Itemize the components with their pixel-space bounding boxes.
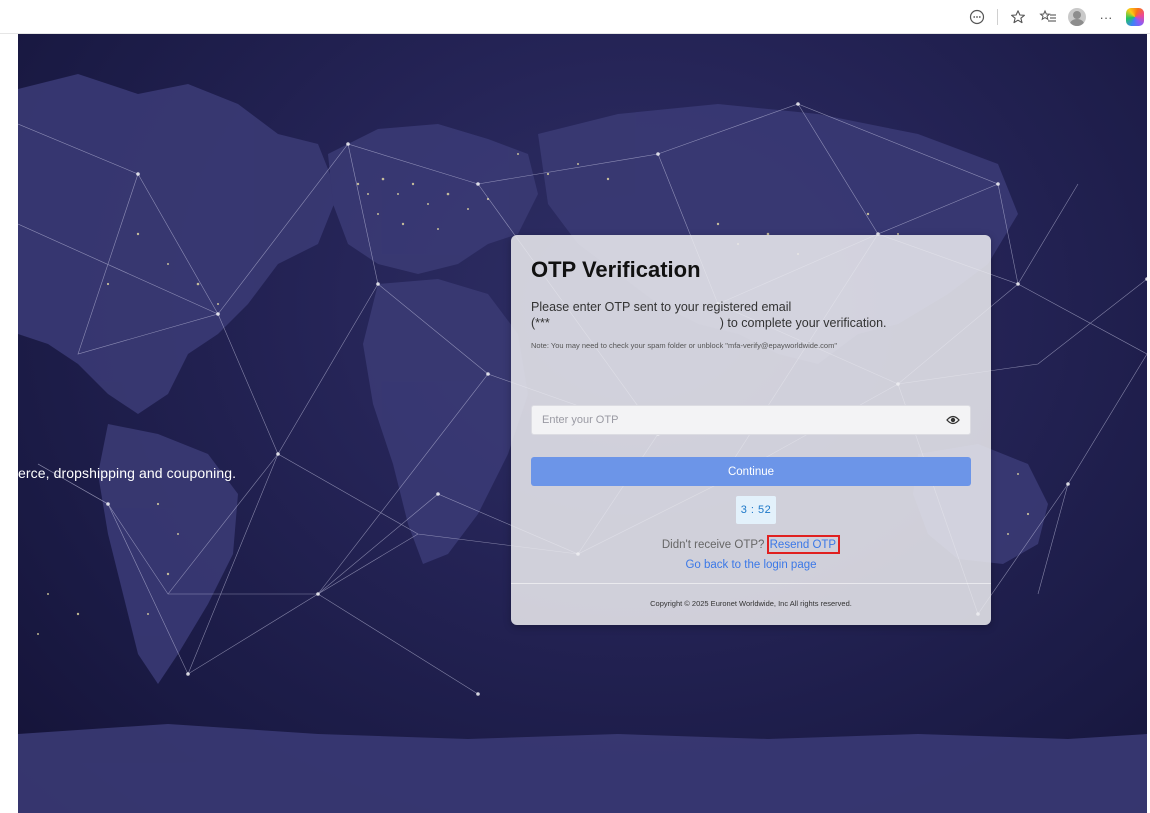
browser-toolbar: ··· bbox=[0, 0, 1150, 34]
otp-instruction: Please enter OTP sent to your registered… bbox=[531, 299, 971, 331]
resend-otp-link[interactable]: Resend OTP bbox=[766, 535, 841, 554]
instruction-line2: (*** ) to complete your verification. bbox=[531, 315, 971, 331]
masked-email-prefix: (*** bbox=[531, 316, 550, 330]
card-divider bbox=[511, 583, 991, 584]
resend-row: Didn't receive OTP? Resend OTP bbox=[511, 535, 991, 554]
otp-verification-card: OTP Verification Please enter OTP sent t… bbox=[511, 235, 991, 625]
toolbar-separator bbox=[997, 9, 998, 25]
page-title: OTP Verification bbox=[531, 257, 701, 282]
hero-tagline: erce, dropshipping and couponing. bbox=[18, 465, 237, 481]
eye-icon[interactable] bbox=[946, 414, 960, 426]
browser-toolbar-icons: ··· bbox=[967, 6, 1144, 28]
profile-icon[interactable] bbox=[1068, 8, 1086, 26]
copilot-icon[interactable] bbox=[1126, 8, 1144, 26]
more-circle-icon[interactable] bbox=[967, 7, 987, 27]
copyright-text: Copyright © 2025 Euronet Worldwide, Inc … bbox=[650, 599, 852, 608]
resend-prompt: Didn't receive OTP? bbox=[661, 539, 765, 551]
star-icon[interactable] bbox=[1008, 7, 1028, 27]
back-to-login-link[interactable]: Go back to the login page bbox=[511, 559, 991, 571]
otp-input-container bbox=[531, 405, 971, 435]
continue-button[interactable]: Continue bbox=[531, 457, 971, 486]
menu-dots-icon[interactable]: ··· bbox=[1096, 7, 1116, 27]
favorites-icon[interactable] bbox=[1038, 7, 1058, 27]
instruction-line1: Please enter OTP sent to your registered… bbox=[531, 300, 792, 314]
spam-note: Note: You may need to check your spam fo… bbox=[531, 341, 837, 350]
instruction-line2-suffix: ) to complete your verification. bbox=[719, 316, 887, 330]
otp-timer: 3 : 52 bbox=[736, 496, 776, 524]
page-background: erce, dropshipping and couponing. OTP Ve… bbox=[18, 34, 1147, 813]
otp-input[interactable] bbox=[532, 406, 952, 434]
